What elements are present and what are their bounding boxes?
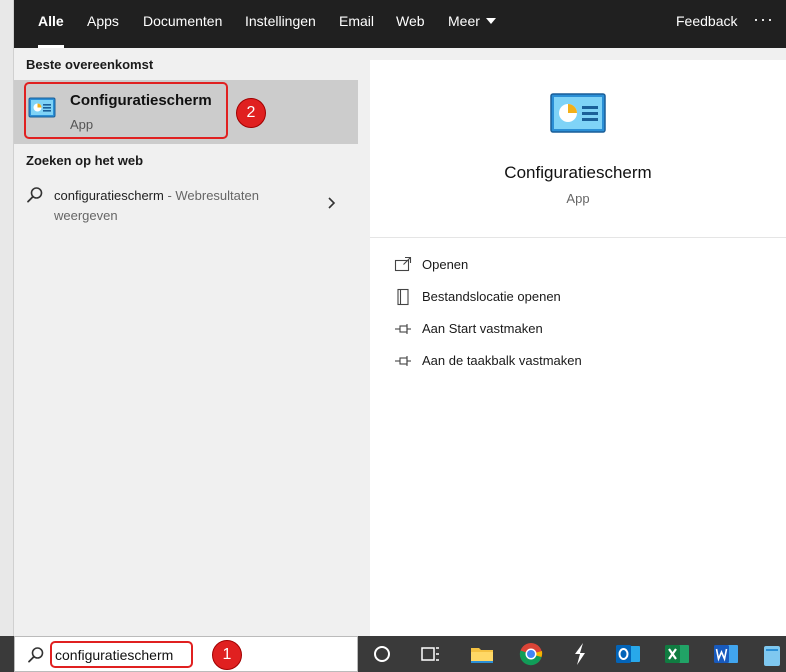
task-view-icon[interactable] — [416, 640, 444, 668]
pin-icon — [395, 324, 411, 334]
tab-email[interactable]: Email — [339, 0, 374, 48]
action-pin-to-start-label: Aan Start vastmaken — [422, 321, 543, 336]
highlight-result-box — [24, 82, 228, 139]
more-options-icon[interactable]: ··· — [753, 0, 774, 48]
tab-web[interactable]: Web — [396, 0, 425, 48]
file-location-icon — [397, 288, 409, 306]
step-badge-1: 1 — [212, 640, 242, 670]
feedback-button[interactable]: Feedback — [676, 0, 737, 48]
highlight-search-box — [50, 641, 193, 668]
tab-documents[interactable]: Documenten — [143, 0, 222, 48]
chrome-icon[interactable] — [517, 640, 545, 668]
app-icon[interactable] — [566, 640, 594, 668]
tab-more-label: Meer — [448, 13, 480, 29]
open-icon — [394, 256, 412, 272]
file-explorer-icon[interactable] — [468, 640, 496, 668]
outlook-icon[interactable] — [614, 640, 642, 668]
tab-settings[interactable]: Instellingen — [245, 0, 316, 48]
tab-apps[interactable]: Apps — [87, 0, 119, 48]
excel-icon[interactable] — [663, 640, 691, 668]
preview-title: Configuratiescherm — [504, 163, 652, 182]
web-result-text: configuratiescherm - Webresultaten weerg… — [54, 186, 304, 226]
divider — [370, 237, 786, 238]
app-icon[interactable] — [758, 640, 786, 668]
control-panel-icon-large — [550, 93, 606, 133]
web-search-result[interactable]: configuratiescherm - Webresultaten weerg… — [14, 176, 358, 238]
chevron-down-icon — [485, 18, 496, 24]
action-open-label: Openen — [422, 257, 469, 272]
tab-all[interactable]: Alle — [38, 0, 64, 48]
action-open-file-location-label: Bestandslocatie openen — [422, 289, 561, 304]
search-icon — [27, 187, 43, 203]
word-icon[interactable] — [712, 640, 740, 668]
chevron-right-icon[interactable] — [326, 196, 338, 210]
preview-subtitle: App — [566, 191, 590, 206]
web-result-query: configuratiescherm — [54, 188, 164, 203]
action-pin-to-taskbar-label: Aan de taakbalk vastmaken — [422, 353, 582, 368]
search-filter-bar: Alle Apps Documenten Instellingen Email … — [14, 0, 786, 48]
step-badge-2: 2 — [236, 98, 266, 128]
web-search-heading: Zoeken op het web — [26, 153, 144, 168]
window-edge — [0, 0, 14, 636]
tab-more[interactable]: Meer — [448, 0, 496, 48]
best-match-heading: Beste overeenkomst — [26, 57, 154, 72]
pin-icon — [395, 356, 411, 366]
cortana-icon[interactable] — [368, 640, 396, 668]
search-icon — [28, 647, 44, 663]
preview-pane: Configuratiescherm App Openen Bestandslo… — [370, 60, 786, 636]
